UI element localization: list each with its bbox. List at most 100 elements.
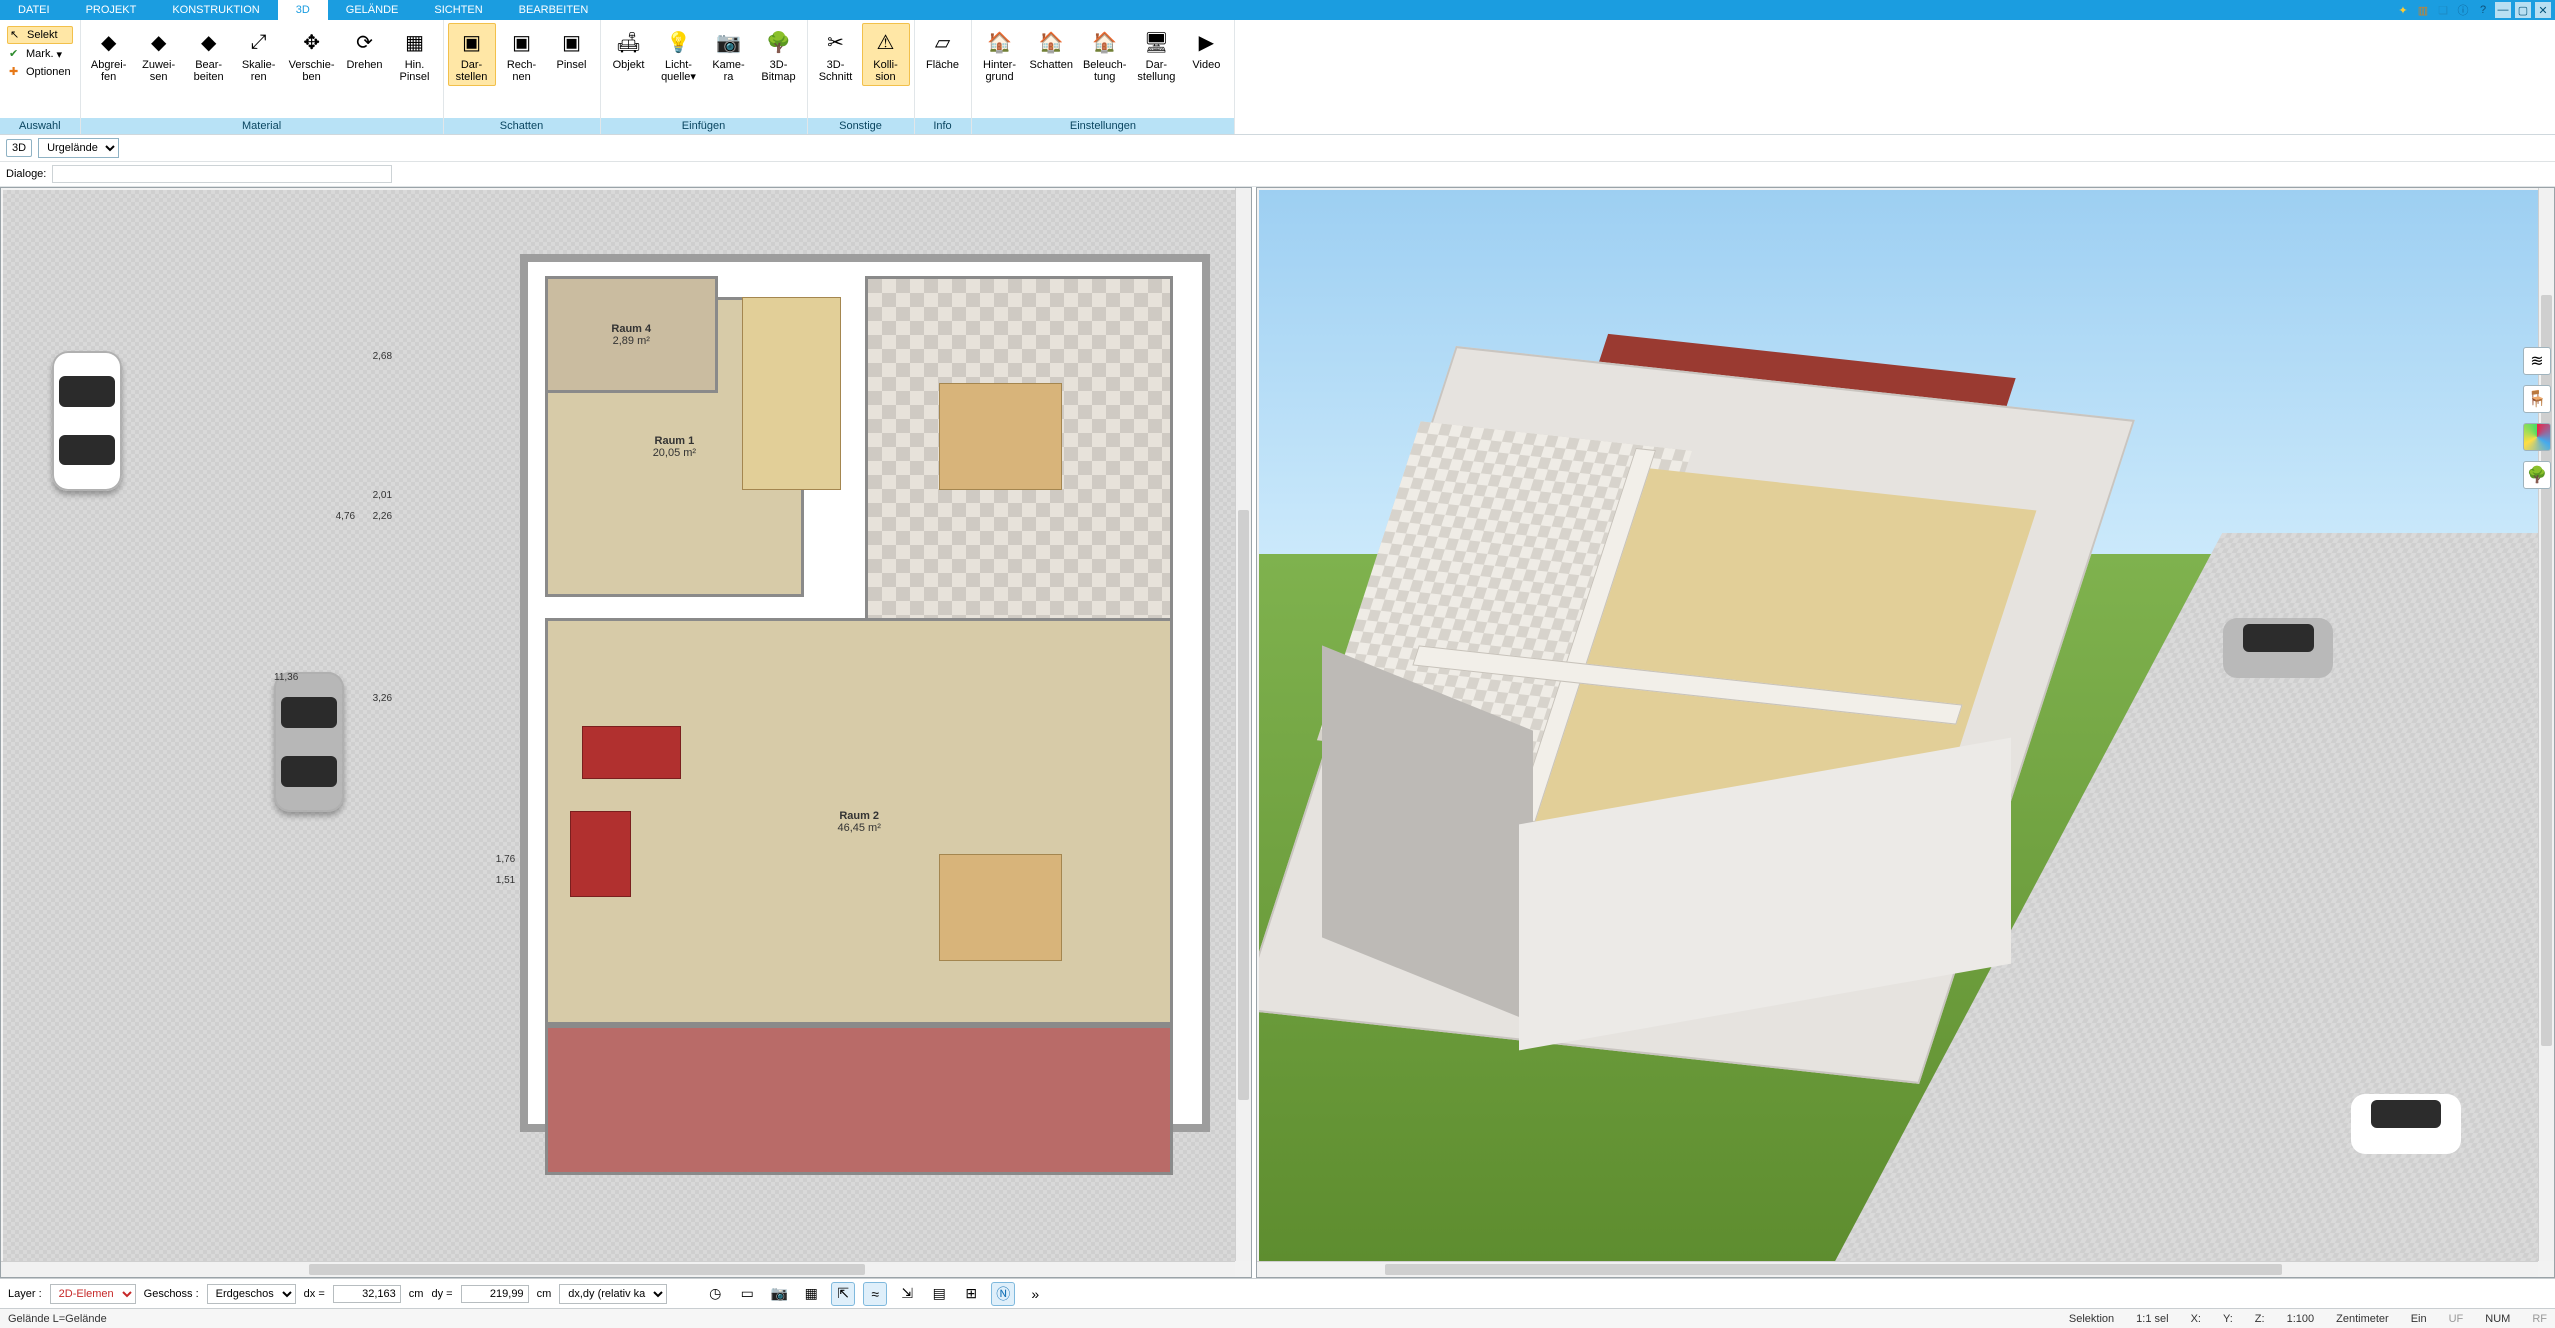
plus-icon: ✚	[9, 65, 23, 79]
car-1[interactable]	[52, 351, 122, 491]
tab-gelande[interactable]: GELÄNDE	[328, 0, 417, 20]
tab-projekt[interactable]: PROJEKT	[68, 0, 155, 20]
clock-icon[interactable]: ◷	[703, 1282, 727, 1306]
ribbon-verschieben[interactable]: ✥Verschie-ben	[285, 23, 339, 86]
snap2-icon[interactable]: ≈	[863, 1282, 887, 1306]
car-3d-2[interactable]	[2351, 1094, 2461, 1154]
ribbon-video[interactable]: ▶Video	[1182, 23, 1230, 86]
ribbon-schnitt3d[interactable]: ✂3D-Schnitt	[812, 23, 860, 86]
optionen-button[interactable]: ✚ Optionen	[7, 64, 73, 80]
ribbon-kamera[interactable]: 📷Kame-ra	[705, 23, 753, 86]
ribbon-lichtquelle[interactable]: 💡Licht-quelle▾	[655, 23, 703, 86]
menubar: DATEI PROJEKT KONSTRUKTION 3D GELÄNDE SI…	[0, 0, 2555, 20]
ribbon-bearbeiten[interactable]: ◆Bear-beiten	[185, 23, 233, 86]
floor-plan[interactable]: Raum 325,90 m² Raum 120,05 m² Raum 42,89…	[3, 190, 1235, 1261]
ribbon-zuweisen[interactable]: ◆Zuwei-sen	[135, 23, 183, 86]
ribbon-hintergrund[interactable]: 🏠Hinter-grund	[976, 23, 1024, 86]
flache-icon: ▱	[928, 27, 958, 57]
snap3-icon[interactable]: ⇲	[895, 1282, 919, 1306]
ribbon-abgreifen[interactable]: ◆Abgrei-fen	[85, 23, 133, 86]
layers-icon[interactable]: ❏	[2435, 2, 2451, 18]
mark-button[interactable]: ✔ Mark.▾	[7, 46, 73, 62]
abgreifen-icon: ◆	[94, 27, 124, 57]
ribbon-flache[interactable]: ▱Fläche	[919, 23, 967, 86]
ribbon-beleuchtung[interactable]: 🏠Beleuch-tung	[1079, 23, 1130, 86]
book-icon[interactable]: ▥	[2415, 2, 2431, 18]
ribbon-label: Skalie-ren	[242, 57, 276, 85]
ribbon-label: Bear-beiten	[194, 57, 224, 85]
plan-view-pane[interactable]: Raum 325,90 m² Raum 120,05 m² Raum 42,89…	[0, 187, 1252, 1278]
grid2-icon[interactable]: ⊞	[959, 1282, 983, 1306]
status-y: Y:	[2223, 1313, 2233, 1325]
tab-3d[interactable]: 3D	[278, 0, 328, 20]
cursor-icon: ↖	[10, 28, 24, 42]
house-model[interactable]	[1336, 383, 2039, 1047]
room-4[interactable]: Raum 42,89 m²	[545, 276, 717, 394]
tab-datei[interactable]: DATEI	[0, 0, 68, 20]
tab-konstruktion[interactable]: KONSTRUKTION	[154, 0, 277, 20]
darstellung-icon: 🖥	[1141, 27, 1171, 57]
ribbon-kollision[interactable]: ⚠Kolli-sion	[862, 23, 910, 86]
ribbon-darstellung[interactable]: 🖥Dar-stellung	[1132, 23, 1180, 86]
layer-select[interactable]: 2D-Elemen	[50, 1284, 136, 1304]
hatch-icon[interactable]: ▤	[927, 1282, 951, 1306]
tab-bearbeiten[interactable]: BEARBEITEN	[501, 0, 607, 20]
terrace[interactable]	[545, 1025, 1173, 1175]
palette-icon[interactable]	[2523, 423, 2551, 451]
tab-sichten[interactable]: SICHTEN	[416, 0, 500, 20]
status-left: Gelände L=Gelände	[8, 1313, 107, 1325]
group-footer: Material	[81, 118, 443, 134]
tree-icon[interactable]: 🌳	[2523, 461, 2551, 489]
ribbon-label: Hin.Pinsel	[400, 57, 430, 85]
north-icon[interactable]: Ⓝ	[991, 1282, 1015, 1306]
ribbon-rechnen[interactable]: ▣Rech-nen	[498, 23, 546, 86]
ribbon-hinpinsel[interactable]: ▦Hin.Pinsel	[391, 23, 439, 86]
snap1-icon[interactable]: ⇱	[831, 1282, 855, 1306]
chair-icon[interactable]: 🪑	[2523, 385, 2551, 413]
close-icon[interactable]: ✕	[2535, 2, 2551, 18]
3d-view-pane[interactable]	[1256, 187, 2555, 1278]
ribbon-bitmap3d[interactable]: 🌳3D-Bitmap	[755, 23, 803, 86]
chevron-down-icon: ▾	[57, 48, 63, 61]
camera-icon[interactable]: 📷	[767, 1282, 791, 1306]
maximize-icon[interactable]: ▢	[2515, 2, 2531, 18]
rect-icon[interactable]: ▭	[735, 1282, 759, 1306]
ribbon-objekt[interactable]: 🛋Objekt	[605, 23, 653, 86]
ribbon-schatten2[interactable]: 🏠Schatten	[1026, 23, 1077, 86]
grid-icon[interactable]: ▦	[799, 1282, 823, 1306]
plan-scroll-v[interactable]	[1235, 188, 1251, 1261]
ribbon-skalieren[interactable]: ⤢Skalie-ren	[235, 23, 283, 86]
plan-scroll-h[interactable]	[1, 1261, 1235, 1277]
side-toolbar: ≋ 🪑 🌳	[2523, 347, 2551, 489]
dialoge-input[interactable]	[52, 165, 392, 183]
coord-mode-select[interactable]: dx,dy (relativ ka	[559, 1284, 667, 1304]
bitmap3d-icon: 🌳	[764, 27, 794, 57]
layers-icon[interactable]: ≋	[2523, 347, 2551, 375]
zuweisen-icon: ◆	[144, 27, 174, 57]
dx-input[interactable]	[333, 1285, 401, 1303]
ribbon-group-material: ◆Abgrei-fen◆Zuwei-sen◆Bear-beiten⤢Skalie…	[81, 20, 444, 134]
minimize-icon[interactable]: —	[2495, 2, 2511, 18]
dx-unit: cm	[409, 1288, 424, 1300]
overflow-icon[interactable]: »	[1023, 1282, 1047, 1306]
ribbon-drehen[interactable]: ⟳Drehen	[341, 23, 389, 86]
hinpinsel-icon: ▦	[400, 27, 430, 57]
select-button[interactable]: ↖ Selekt	[7, 26, 73, 44]
info-icon[interactable]: ⓘ	[2455, 2, 2471, 18]
car-3d-1[interactable]	[2223, 618, 2333, 678]
ribbon-darstellen[interactable]: ▣Dar-stellen	[448, 23, 496, 86]
ribbon-label: Dar-stellung	[1137, 57, 1175, 85]
tool-icon[interactable]: ✦	[2395, 2, 2411, 18]
dy-input[interactable]	[461, 1285, 529, 1303]
terrain-select[interactable]: Urgelände	[38, 138, 119, 158]
car-2[interactable]	[274, 672, 344, 812]
help-icon[interactable]: ?	[2475, 2, 2491, 18]
ribbon-label: Schatten	[1030, 57, 1073, 85]
ribbon-label: Rech-nen	[507, 57, 536, 85]
room-2[interactable]: Raum 246,45 m²	[545, 618, 1173, 1025]
geschoss-label: Geschoss :	[144, 1288, 199, 1300]
ribbon-pinsel[interactable]: ▣Pinsel	[548, 23, 596, 86]
3d-scroll-h[interactable]	[1257, 1261, 2538, 1277]
geschoss-select[interactable]: Erdgeschos	[207, 1284, 296, 1304]
3d-scene[interactable]	[1259, 190, 2538, 1261]
